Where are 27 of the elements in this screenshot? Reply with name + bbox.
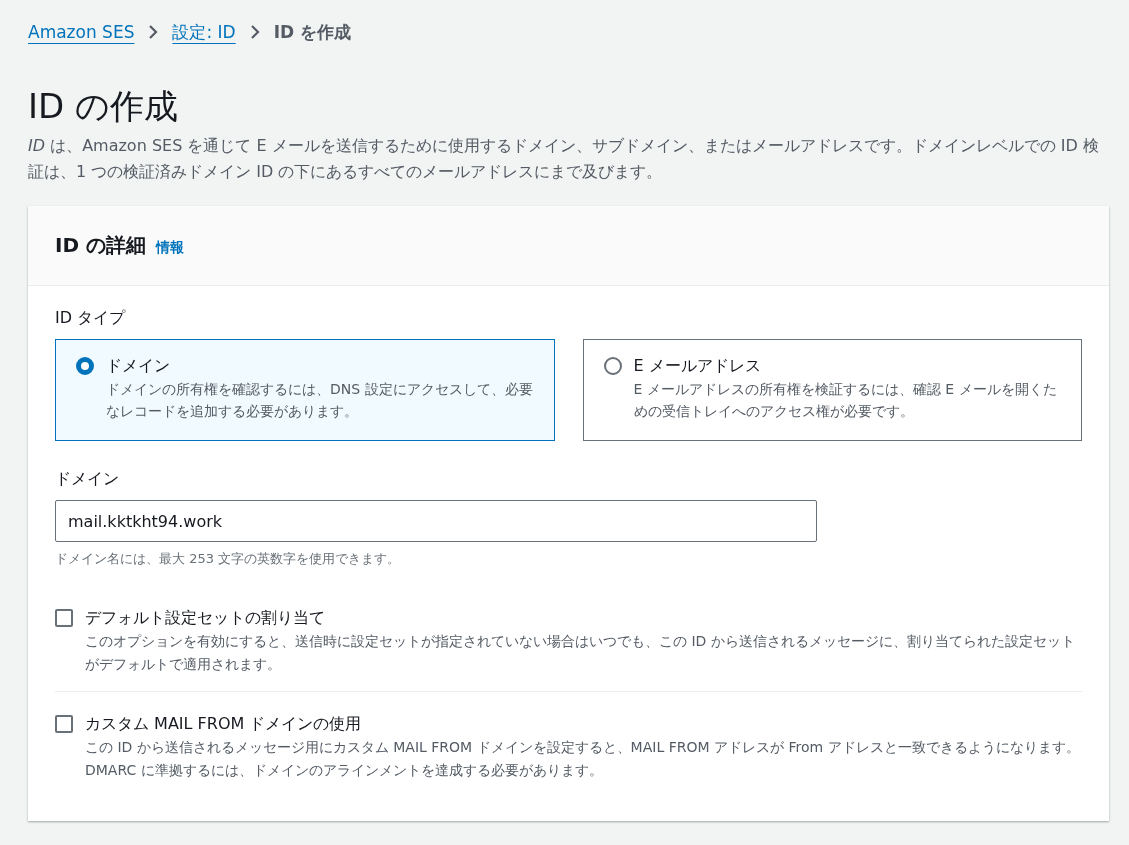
page-title: ID の作成 bbox=[28, 86, 179, 127]
chevron-right-icon bbox=[148, 25, 159, 39]
page-description: ID は、Amazon SES を通じて E メールを送信するために使用するドメイン、サブドメイン、またはメールアドレスです。ドメインレベルでの ID 検証は、1 つの検証済みドメイン ID の下にあるすべてのメールアドレスにまで及びます。 bbox=[28, 134, 1100, 184]
option-description: このオプションを有効にすると、送信時に設定セットが指定されていない場合はいつでも、この ID から送信されるメッセージに、割り当てられた設定セットがデフォルトで適用されます。 bbox=[85, 632, 1076, 674]
radio-tile[interactable]: ドメイン ドメインの所有権を確認するには、DNS 設定にアクセスして、必要なレコードを追加する必要があります。 bbox=[55, 338, 555, 442]
radio-button[interactable] bbox=[76, 356, 94, 375]
option-label: カスタム MAIL FROM ドメインの使用 bbox=[85, 713, 363, 736]
breadcrumb-current: ID を作成 bbox=[273, 20, 352, 44]
field-label: ドメイン bbox=[55, 469, 120, 491]
field-label: ID タイプ bbox=[55, 307, 127, 329]
option-label: E メールアドレス bbox=[633, 354, 762, 377]
radio-button[interactable] bbox=[603, 356, 622, 375]
radio-tile[interactable]: E メールアドレス E メールアドレスの所有権を検証するには、確認 E メールを開くための受信トレイへのアクセス権が必要です。 bbox=[582, 338, 1082, 442]
option-description: ドメインの所有権を確認するには、DNS 設定にアクセスして、必要なレコードを追加する必要があります。 bbox=[106, 379, 534, 421]
checkbox[interactable] bbox=[55, 715, 73, 734]
option-label: ドメイン bbox=[106, 354, 171, 377]
card-title: ID の詳細 bbox=[55, 231, 146, 259]
field-hint: ドメイン名には、最大 253 文字の英数字を使用できます。 bbox=[55, 550, 402, 569]
domain-input-field[interactable]: mail.kktkht94.work bbox=[55, 500, 817, 543]
option-description: E メールアドレスの所有権を検証するには、確認 E メールを開くための受信トレイへのアクセス権が必要です。 bbox=[633, 379, 1058, 421]
breadcrumb-link[interactable]: Amazon SES bbox=[28, 22, 135, 42]
breadcrumb-link[interactable]: 設定: ID bbox=[172, 20, 236, 44]
option-label: デフォルト設定セットの割り当て bbox=[85, 607, 326, 630]
option-description: この ID から送信されるメッセージ用にカスタム MAIL FROM ドメインを設定すると、MAIL FROM アドレスが From アドレスと一致できるようになります。DMARC に準拠するには、ドメインのアラインメントを達成する必要があります。 bbox=[85, 738, 1081, 780]
info-link[interactable]: 情報 bbox=[156, 238, 184, 257]
checkbox[interactable] bbox=[55, 609, 73, 628]
chevron-right-icon bbox=[249, 25, 260, 39]
